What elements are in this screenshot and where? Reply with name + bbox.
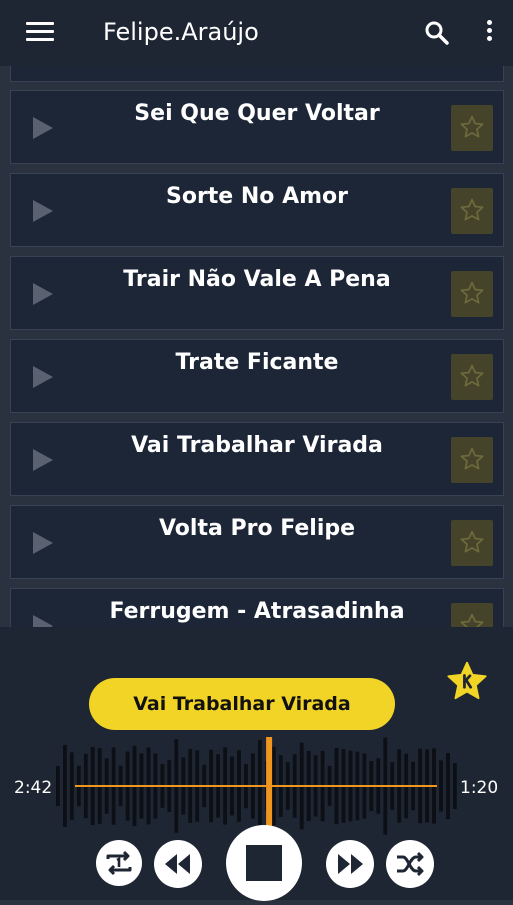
song-title: Sei Que Quer Voltar <box>134 101 380 126</box>
list-item[interactable]: Trair Não Vale A Pena <box>10 256 504 330</box>
waveform-bar <box>439 760 443 812</box>
waveform-seekbar[interactable] <box>55 737 459 835</box>
waveform-bar <box>63 744 67 827</box>
star-icon[interactable] <box>444 659 490 703</box>
song-title: Sorte No Amor <box>165 184 348 209</box>
list-item-partial[interactable] <box>10 66 504 82</box>
star-icon <box>460 530 484 553</box>
favorite-button[interactable] <box>451 105 493 151</box>
waveform-bar <box>453 763 457 809</box>
favorite-button[interactable] <box>451 437 493 483</box>
fast-forward-button[interactable] <box>326 840 374 888</box>
song-title: Ferrugem - Atrasadinha <box>109 599 405 624</box>
more-vert-icon[interactable] <box>480 20 498 46</box>
rewind-button[interactable] <box>154 840 202 888</box>
elapsed-time: 2:42 <box>14 778 53 798</box>
favorite-button[interactable] <box>451 520 493 566</box>
play-icon[interactable] <box>33 615 53 627</box>
play-icon[interactable] <box>33 366 53 388</box>
stop-icon <box>246 845 282 881</box>
list-item[interactable]: Vai Trabalhar Virada <box>10 422 504 496</box>
favorite-button[interactable] <box>451 354 493 400</box>
search-icon[interactable] <box>424 20 450 46</box>
repeat-one-button[interactable] <box>96 840 142 886</box>
app-bar: Felipe.Araújo <box>0 0 513 66</box>
list-item[interactable]: Volta Pro Felipe <box>10 505 504 579</box>
waveform-bar <box>69 752 74 820</box>
list-item[interactable]: Sorte No Amor <box>10 173 504 247</box>
list-item[interactable]: Ferrugem - Atrasadinha <box>10 588 504 627</box>
player-panel: Vai Trabalhar Virada 2:42 1:20 <box>0 627 513 901</box>
rewind-icon <box>165 854 190 874</box>
seek-thumb[interactable] <box>266 737 273 835</box>
fast-forward-icon <box>338 854 363 874</box>
star-icon <box>460 447 484 470</box>
app-title: Felipe.Araújo <box>103 18 259 46</box>
favorite-button[interactable] <box>451 188 493 234</box>
list-item[interactable]: Trate Ficante <box>10 339 504 413</box>
remaining-time: 1:20 <box>460 778 499 798</box>
star-icon <box>460 198 484 221</box>
song-title: Vai Trabalhar Virada <box>131 433 383 458</box>
play-icon[interactable] <box>33 532 53 554</box>
waveform-bar <box>446 753 450 820</box>
song-list: Sei Que Quer Voltar Sorte No Amor Trair … <box>0 66 513 627</box>
play-icon[interactable] <box>33 283 53 305</box>
star-icon <box>460 281 484 304</box>
waveform-bar <box>56 766 60 806</box>
song-title: Trate Ficante <box>175 350 339 375</box>
star-icon <box>460 115 484 138</box>
star-icon <box>460 364 484 387</box>
stop-button[interactable] <box>226 825 302 901</box>
repeat-one-icon <box>106 850 132 876</box>
play-icon[interactable] <box>33 117 53 139</box>
shuffle-button[interactable] <box>386 840 434 888</box>
favorite-button[interactable] <box>451 603 493 627</box>
shuffle-icon <box>397 851 424 877</box>
star-icon <box>460 613 484 627</box>
play-icon[interactable] <box>33 449 53 471</box>
menu-icon[interactable] <box>26 22 54 42</box>
list-item[interactable]: Sei Que Quer Voltar <box>10 90 504 164</box>
song-title: Trair Não Vale A Pena <box>123 267 391 292</box>
song-title: Volta Pro Felipe <box>158 516 356 541</box>
favorite-button[interactable] <box>451 271 493 317</box>
now-playing-title[interactable]: Vai Trabalhar Virada <box>89 678 395 730</box>
play-icon[interactable] <box>33 200 53 222</box>
